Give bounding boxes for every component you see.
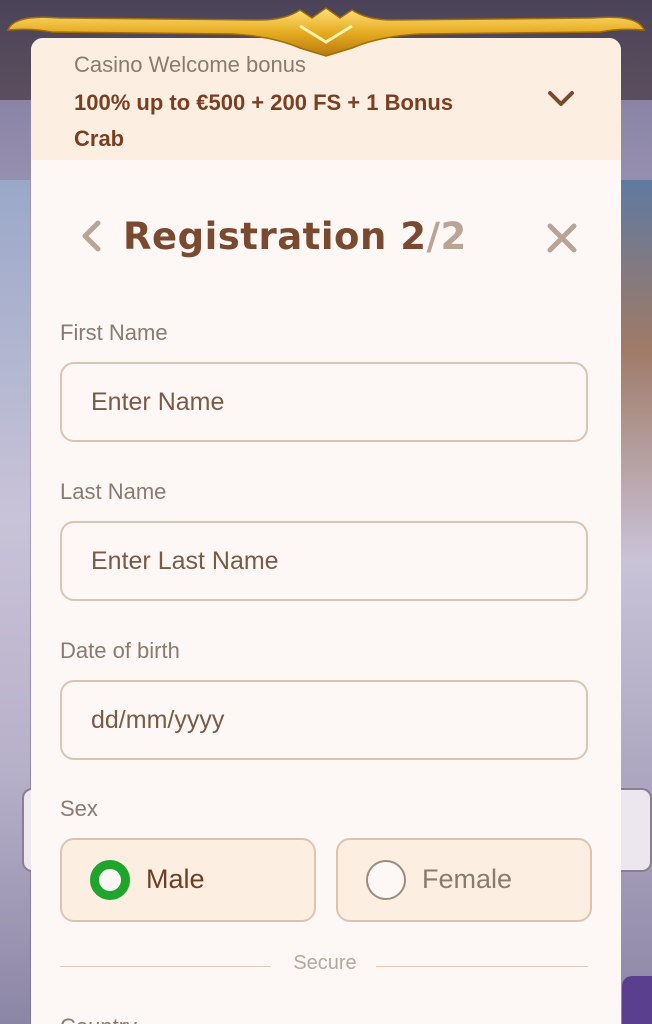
sex-option-female[interactable]: Female xyxy=(336,838,592,922)
sex-option-label: Female xyxy=(422,864,513,894)
country-label: Country xyxy=(60,1014,137,1024)
background-sign xyxy=(622,976,652,1024)
title-step-total: /2 xyxy=(426,215,467,258)
last-name-input[interactable] xyxy=(62,523,586,599)
background-card-right xyxy=(620,788,652,872)
chevron-left-icon xyxy=(82,220,101,252)
sex-option-male[interactable]: Male xyxy=(60,838,316,922)
modal-header: Registration 2/2 xyxy=(31,210,621,266)
divider-line-right xyxy=(376,966,588,967)
radio-unselected-icon[interactable] xyxy=(366,860,406,900)
page-title: Registration 2/2 xyxy=(123,215,467,258)
first-name-input[interactable] xyxy=(62,364,586,440)
date-of-birth-field[interactable] xyxy=(60,680,588,760)
divider-line-left xyxy=(60,966,271,967)
radio-selected-icon[interactable] xyxy=(90,860,130,900)
background-art-left xyxy=(0,180,30,1024)
gold-crown-ornament xyxy=(6,7,646,57)
back-button[interactable] xyxy=(73,216,109,256)
last-name-field[interactable] xyxy=(60,521,588,601)
first-name-field[interactable] xyxy=(60,362,588,442)
close-icon xyxy=(547,223,577,253)
first-name-label: First Name xyxy=(60,320,168,345)
last-name-label: Last Name xyxy=(60,479,167,504)
bonus-title: 100% up to €500 + 200 FS + 1 Bonus Crab xyxy=(74,90,454,151)
date-of-birth-label: Date of birth xyxy=(60,638,180,663)
chevron-down-icon[interactable] xyxy=(544,84,578,114)
registration-modal: Casino Welcome bonus 100% up to €500 + 2… xyxy=(31,38,621,1024)
sex-label: Sex xyxy=(60,796,98,821)
sex-option-label: Male xyxy=(146,864,205,894)
close-button[interactable] xyxy=(540,216,584,260)
title-main: Registration 2 xyxy=(123,215,427,258)
date-of-birth-input[interactable] xyxy=(62,682,586,758)
divider-label: Secure xyxy=(293,952,357,974)
background-art-right xyxy=(620,180,652,1024)
